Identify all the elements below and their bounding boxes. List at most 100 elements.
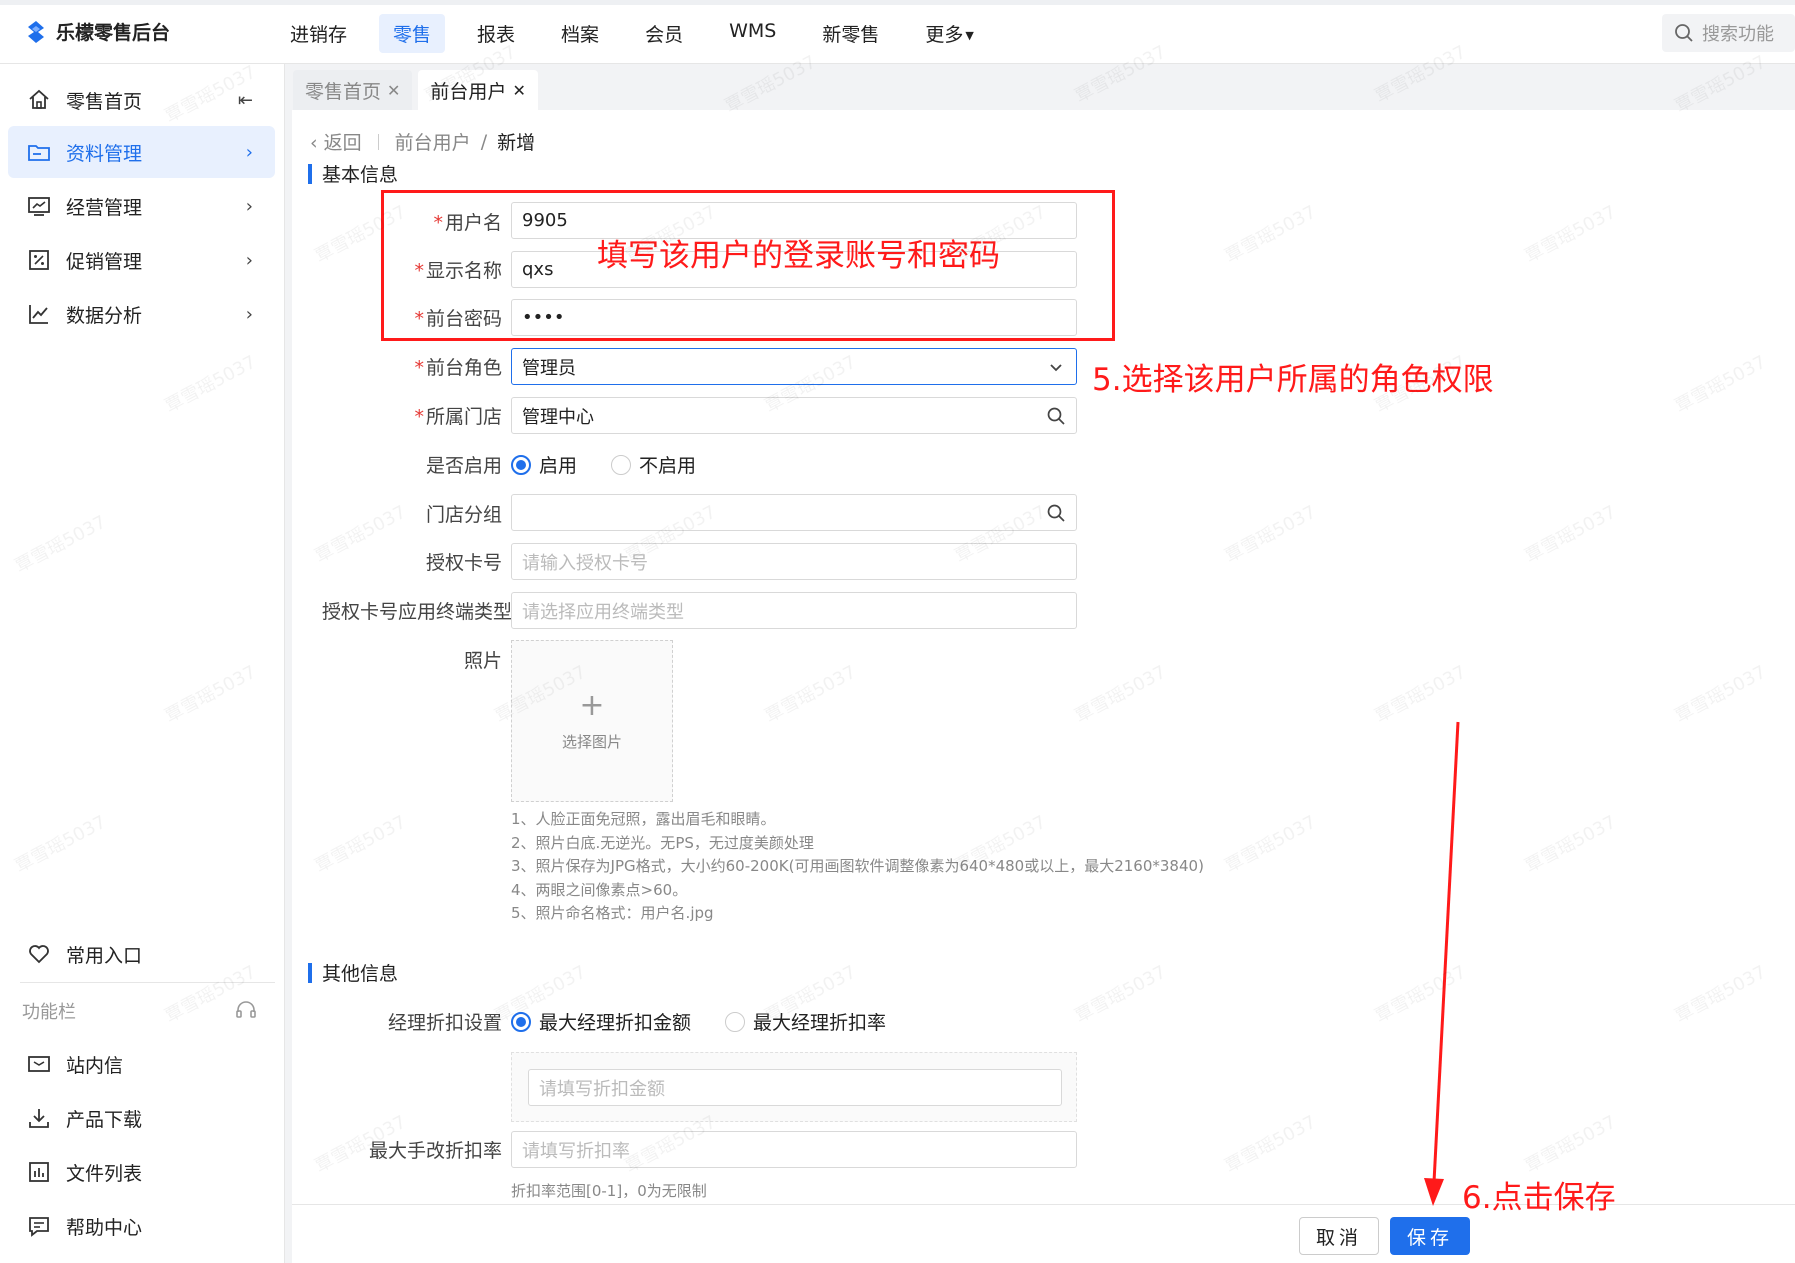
radio-max-discount-amount[interactable] [511,1011,531,1032]
search-icon[interactable] [1046,406,1066,426]
enabled-radio-group: 启用 不启用 [511,451,696,478]
nav-item-retail[interactable]: 零售 [379,14,446,53]
sidebar-item-data-analysis[interactable]: 数据分析 › [8,288,275,340]
sidebar-item-label: 零售首页 [66,90,143,113]
close-icon[interactable]: ✕ [387,81,400,100]
role-label-text: 前台角色 [425,357,502,379]
tab-retail-home[interactable]: 零售首页 ✕ [293,70,413,110]
required-mark: * [414,357,424,379]
sidebar-item-label: 站内信 [66,1054,124,1077]
annotation-save-text: 6.点击保存 [1462,1180,1616,1216]
toolbar-label: 功能栏 [22,1002,76,1023]
radio-disabled[interactable] [611,454,632,475]
sidebar-item-file-list[interactable]: 文件列表 [8,1146,275,1198]
discount-setting-radio-group: 最大经理折扣金额 最大经理折扣率 [511,1008,886,1035]
discount-amount-placeholder: 请填写折扣金额 [539,1078,665,1100]
sidebar-item-label: 促销管理 [66,250,143,273]
photo-upload[interactable]: + 选择图片 [511,640,673,802]
file-list-icon [26,1159,52,1185]
chevron-left-icon: ‹ [310,132,318,154]
sidebar-item-retail-home[interactable]: 零售首页 ⇤ [8,74,275,126]
cancel-button[interactable]: 取消 [1299,1217,1379,1255]
store-label: * 所属门店 [302,402,502,429]
photo-note: 4、两眼之间像素点>60。 [511,880,688,899]
chevron-down-icon [1050,364,1062,372]
sidebar-item-promotion-management[interactable]: 促销管理 › [8,234,275,286]
auth-card-input[interactable]: 请输入授权卡号 [511,543,1077,580]
headset-icon[interactable] [234,998,258,1027]
sidebar-item-label: 经营管理 [66,196,143,219]
line-chart-icon [26,301,52,327]
photo-note: 1、人脸正面免冠照，露出眉毛和眼睛。 [511,810,776,828]
nav-more-label: 更多 [925,24,964,46]
sidebar-divider [20,982,275,983]
photo-note: 2、照片白底.无逆光。无PS，无过度美颜处理 [511,833,814,852]
sidebar-item-label: 资料管理 [66,142,143,165]
upload-label: 选择图片 [561,732,622,751]
breadcrumb-separator: / [480,130,488,153]
back-link[interactable]: ‹ 返回 [310,128,362,155]
sidebar-favorites[interactable]: 常用入口 [8,928,275,980]
max-manual-discount-input[interactable]: 请填写折扣率 [511,1131,1077,1168]
sidebar: 零售首页 ⇤ 资料管理 › 经营管理 › 促销管理 › 数据分析 › 常用入口 … [0,64,285,1263]
breadcrumb-divider [377,133,379,150]
breadcrumb-parent[interactable]: 前台用户 [395,128,471,155]
chevron-right-icon: › [245,303,253,325]
tab-frontend-users[interactable]: 前台用户 ✕ [418,70,538,110]
radio-enabled-label: 启用 [539,455,578,477]
logo-icon [28,20,44,43]
radio-enabled[interactable] [511,454,531,475]
monitor-chart-icon [26,193,52,219]
sidebar-item-label: 数据分析 [66,304,143,327]
search-icon [1675,24,1693,42]
breadcrumb-current: 新增 [497,132,536,154]
top-bar: 乐檬零售后台 进销存 零售 报表 档案 会员 WMS 新零售 更多 ▼ 搜索功能 [0,0,1795,64]
collapse-sidebar-icon[interactable]: ⇤ [238,90,253,111]
nav-item-wms[interactable]: WMS [715,14,790,53]
mail-icon [26,1051,52,1077]
nav-item-members[interactable]: 会员 [631,14,697,53]
sidebar-item-downloads[interactable]: 产品下载 [8,1092,275,1144]
photo-note: 3、照片保存为JPG格式，大小约60-200K(可用画图软件调整像素为640*4… [511,857,1204,875]
page-tabs: 零售首页 ✕ 前台用户 ✕ [285,64,1795,110]
favorites-label: 常用入口 [66,944,143,967]
caret-down-icon: ▼ [965,29,974,42]
app-name: 乐檬零售后台 [56,22,171,44]
radio-max-discount-amount-label: 最大经理折扣金额 [539,1012,692,1034]
top-nav: 进销存 零售 报表 档案 会员 WMS 新零售 更多 ▼ [276,14,1006,53]
auth-card-placeholder: 请输入授权卡号 [522,552,648,574]
sidebar-item-data-management[interactable]: 资料管理 › [8,126,275,178]
nav-item-new-retail[interactable]: 新零售 [808,14,893,53]
sidebar-item-operation-management[interactable]: 经营管理 › [8,180,275,232]
nav-item-more[interactable]: 更多 ▼ [911,14,987,53]
annotation-role-text: 5.选择该用户所属的角色权限 [1092,362,1494,398]
help-chat-icon [26,1213,52,1239]
sidebar-item-label: 产品下载 [66,1108,143,1131]
sidebar-item-help[interactable]: 帮助中心 [8,1200,275,1252]
photo-note: 5、照片命名格式：用户名.jpg [511,904,714,922]
search-input[interactable]: 搜索功能 [1662,14,1795,52]
annotation-login-text: 填写该用户的登录账号和密码 [597,238,1000,274]
close-icon[interactable]: ✕ [512,81,525,100]
nav-item-archives[interactable]: 档案 [547,14,613,53]
search-icon[interactable] [1046,503,1066,523]
discount-rate-hint: 折扣率范围[0-1]，0为无限制 [511,1182,707,1200]
discount-amount-input[interactable]: 请填写折扣金额 [528,1069,1062,1106]
chevron-right-icon: › [245,249,253,271]
auth-terminal-select[interactable]: 请选择应用终端类型 [511,592,1077,629]
nav-item-reports[interactable]: 报表 [463,14,529,53]
discount-amount-panel: 请填写折扣金额 [511,1052,1077,1122]
store-field[interactable]: 管理中心 [511,397,1077,434]
role-select[interactable]: 管理员 [511,348,1077,385]
auth-terminal-label: 授权卡号应用终端类型 [321,601,512,623]
download-icon [26,1105,52,1131]
save-button[interactable]: 保存 [1390,1217,1470,1255]
role-label: * 前台角色 [302,353,502,380]
required-mark: * [414,406,424,428]
store-group-field[interactable] [511,494,1077,531]
nav-item-inventory[interactable]: 进销存 [276,14,361,53]
max-manual-discount-label: 最大手改折扣率 [368,1140,502,1162]
sidebar-item-messages[interactable]: 站内信 [8,1038,275,1090]
radio-max-discount-rate[interactable] [725,1011,746,1032]
app-logo[interactable]: 乐檬零售后台 [24,18,170,45]
